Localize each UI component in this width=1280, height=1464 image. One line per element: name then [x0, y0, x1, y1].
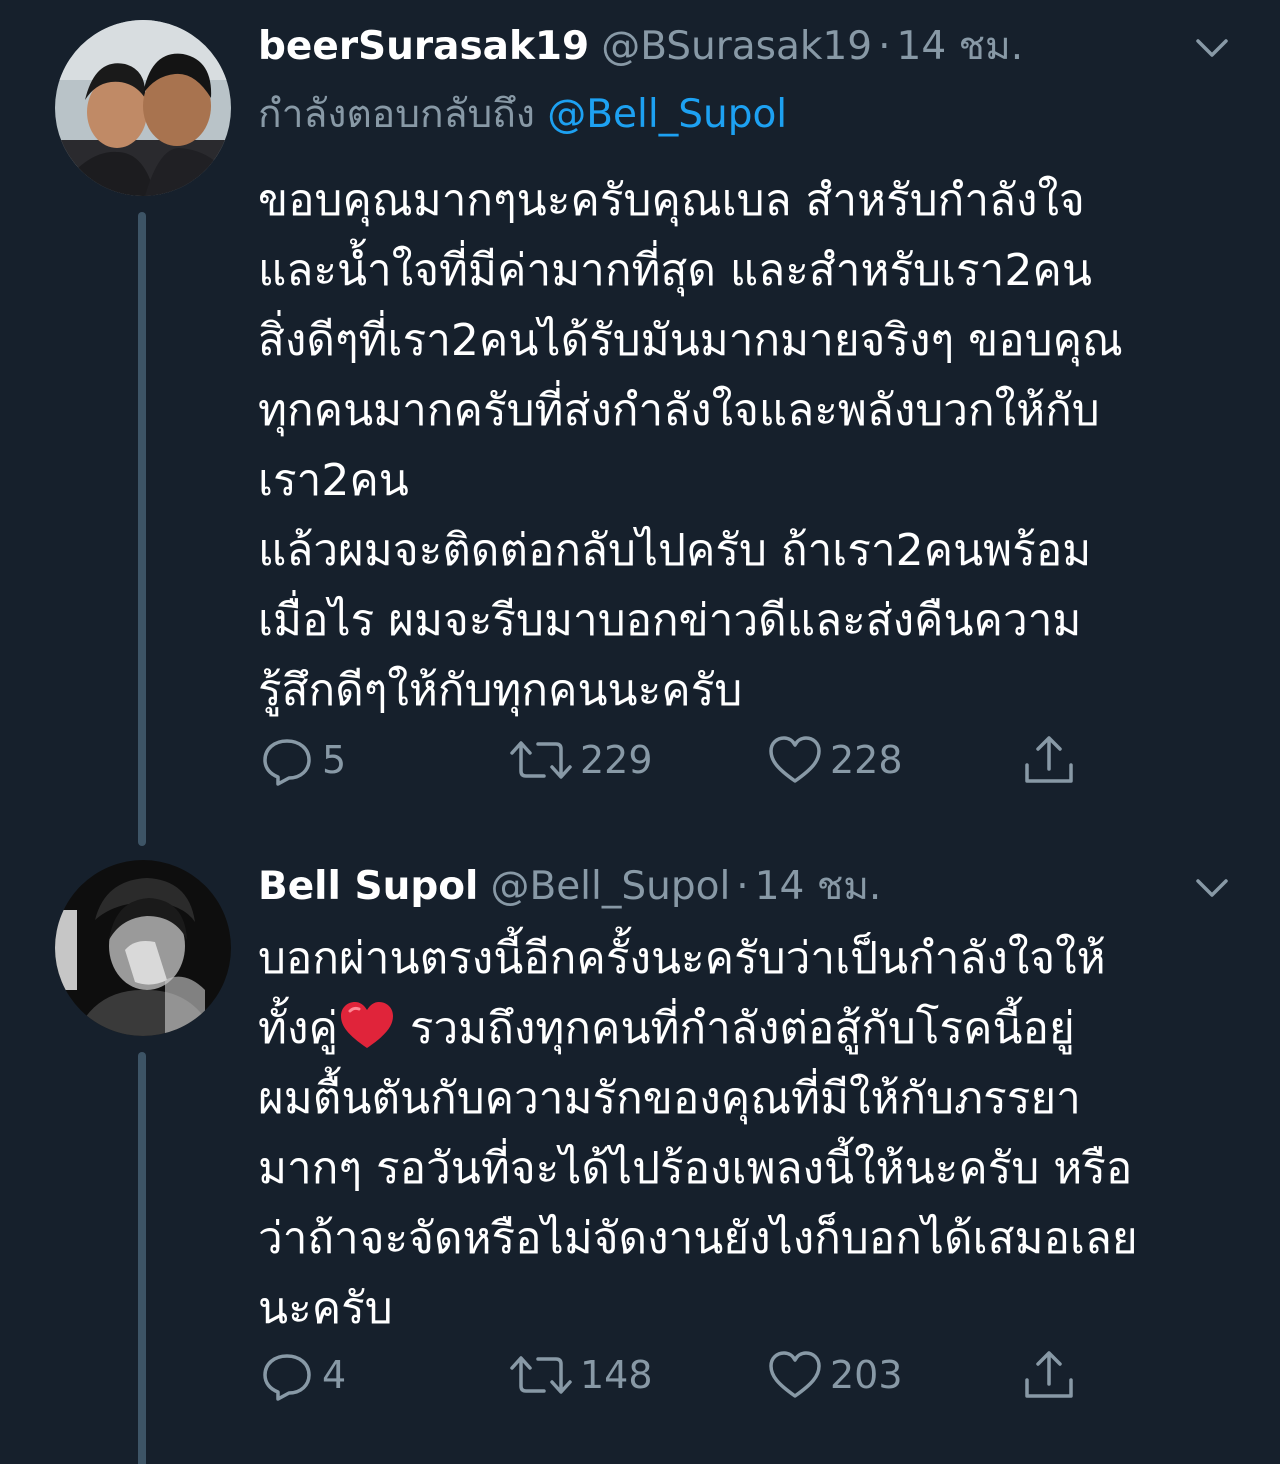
reply-count: 5	[322, 738, 347, 782]
retweet-count: 229	[580, 738, 653, 782]
thread-line	[138, 212, 146, 846]
separator-dot: ·	[878, 24, 891, 69]
mention-link[interactable]: @Bell_Supol	[547, 92, 787, 137]
tweet-header: beerSurasak19 @BSurasak19 · 14 ชม.	[258, 22, 1240, 72]
like-count: 203	[830, 1353, 903, 1397]
avatar[interactable]	[55, 860, 231, 1036]
tweet-header: Bell Supol @Bell_Supol · 14 ชม.	[258, 862, 1240, 912]
tweet-actions: 5 229 228	[258, 730, 1098, 790]
like-button[interactable]: 203	[766, 1345, 903, 1405]
tweet-text: ขอบคุณมากๆนะครับคุณเบล สำหรับกำลังใจ และ…	[258, 175, 1123, 716]
tweet[interactable]: beerSurasak19 @BSurasak19 · 14 ชม. กำลังตอบ…	[0, 0, 1280, 846]
heart-icon	[769, 1351, 821, 1398]
user-handle[interactable]: @Bell_Supol	[490, 864, 730, 909]
display-name[interactable]: beerSurasak19	[258, 24, 589, 69]
share-icon	[1025, 736, 1073, 783]
red-heart-emoji-icon	[340, 1002, 393, 1048]
timestamp[interactable]: 14 ชม.	[755, 864, 882, 909]
retweet-button[interactable]: 148	[508, 1345, 653, 1405]
reply-button[interactable]: 4	[258, 1345, 346, 1405]
retweet-button[interactable]: 229	[508, 730, 653, 790]
timestamp[interactable]: 14 ชม.	[897, 24, 1024, 69]
reply-icon	[263, 739, 311, 786]
separator-dot: ·	[736, 864, 749, 909]
avatar-couple-photo	[55, 20, 231, 196]
reply-icon	[263, 1354, 311, 1401]
share-icon	[1025, 1351, 1073, 1398]
tweet-text-part: รวมถึงทุกคนที่กำลังต่อสู้กับโรคนี้อยู่ ผ…	[258, 1003, 1138, 1334]
share-button[interactable]	[1020, 730, 1084, 790]
reply-count: 4	[322, 1353, 347, 1397]
tweet-thread: beerSurasak19 @BSurasak19 · 14 ชม. กำลังตอบ…	[0, 0, 1280, 1464]
tweet[interactable]: Bell Supol @Bell_Supol · 14 ชม. บอกผ่านตรงน…	[0, 840, 1280, 1464]
display-name[interactable]: Bell Supol	[258, 864, 478, 909]
share-button[interactable]	[1020, 1345, 1084, 1405]
chevron-down-icon[interactable]	[1192, 28, 1232, 68]
tweet-actions: 4 148 203	[258, 1345, 1098, 1405]
replying-to-label: กำลังตอบกลับถึง	[258, 92, 535, 137]
chevron-down-icon[interactable]	[1192, 868, 1232, 908]
retweet-icon	[510, 1356, 572, 1394]
reply-button[interactable]: 5	[258, 730, 346, 790]
retweet-icon	[510, 741, 572, 779]
user-handle[interactable]: @BSurasak19	[601, 24, 872, 69]
tweet-text: บอกผ่านตรงนี้อีกครั้งนะครับว่าเป็นกำลังใ…	[258, 924, 1243, 1344]
heart-icon	[769, 736, 821, 783]
avatar-bw-portrait	[55, 860, 231, 1036]
retweet-count: 148	[580, 1353, 653, 1397]
like-button[interactable]: 228	[766, 730, 903, 790]
replying-to: กำลังตอบกลับถึง @Bell_Supol	[258, 88, 787, 142]
avatar[interactable]	[55, 20, 231, 196]
like-count: 228	[830, 738, 903, 782]
thread-line	[138, 1052, 146, 1464]
